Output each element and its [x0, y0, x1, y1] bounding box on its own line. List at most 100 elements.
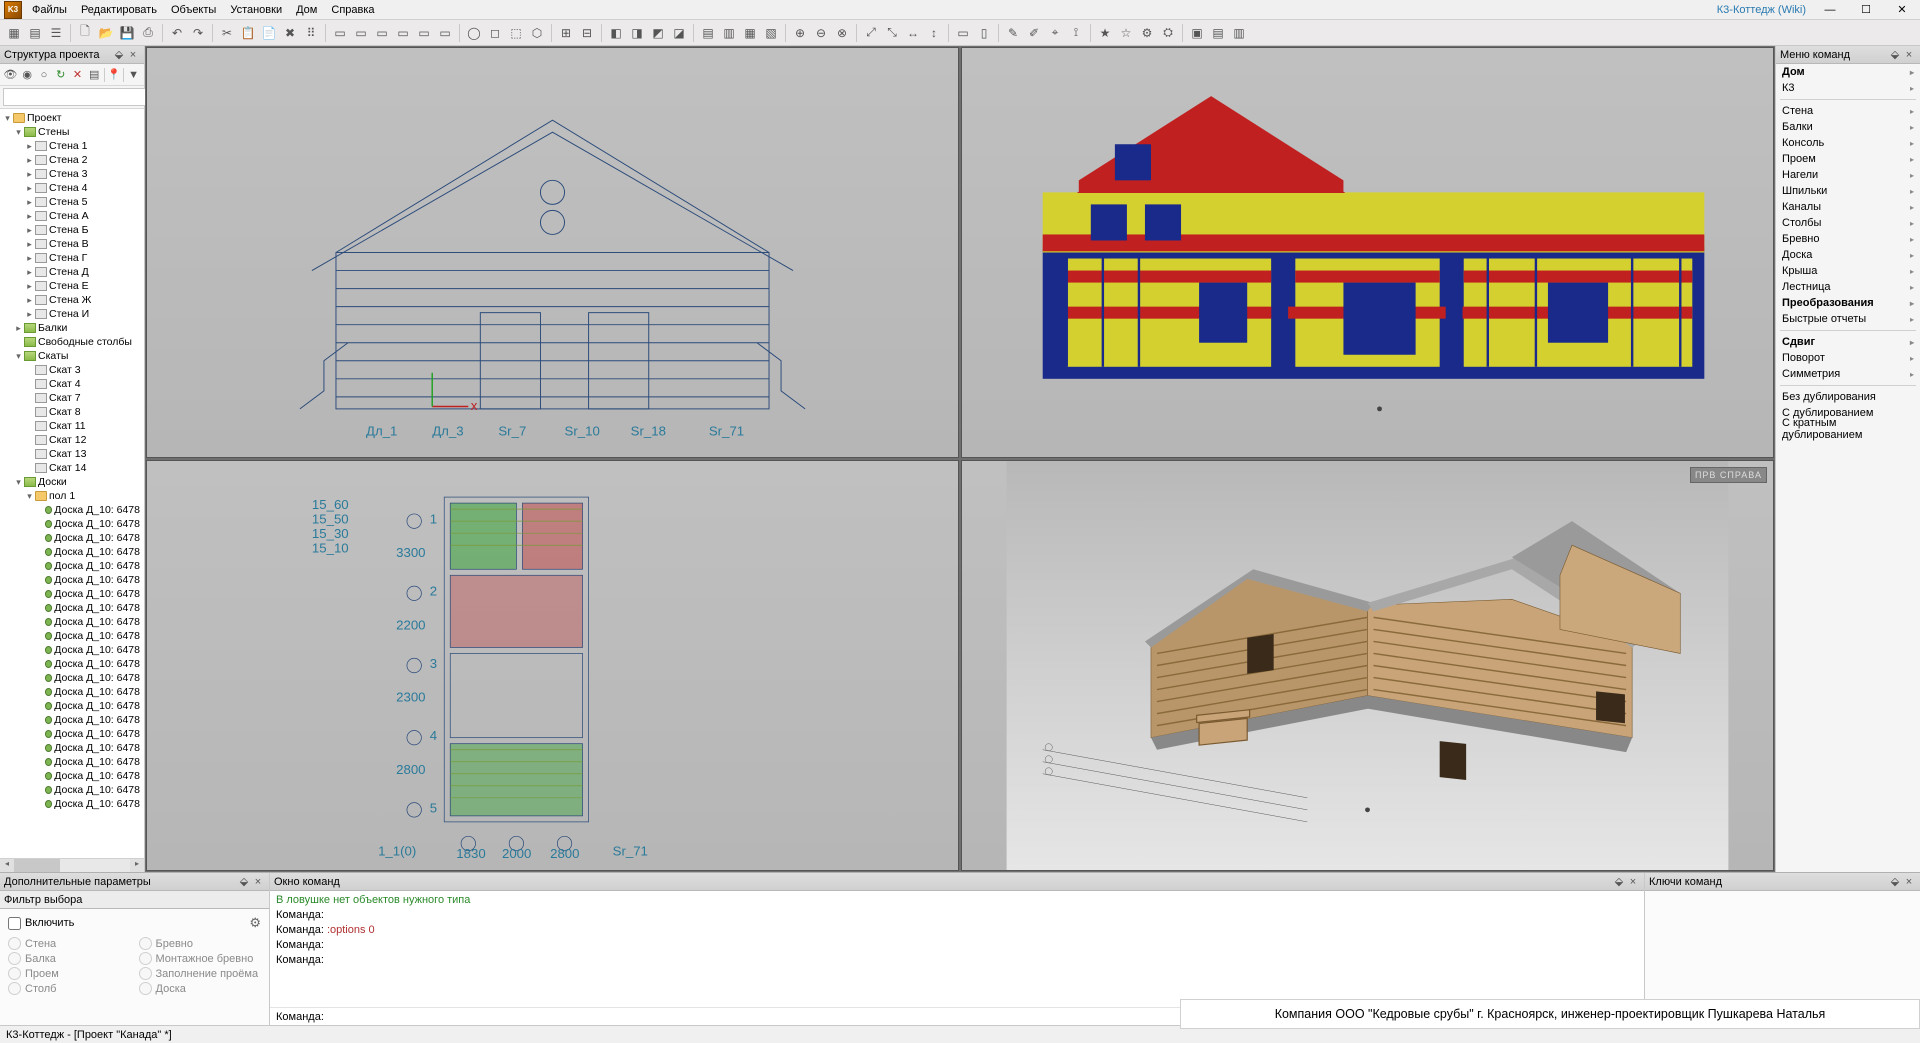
viewport-bottom-left[interactable]: 12345 3300220023002800 183020002800 15_6…: [146, 460, 959, 871]
filter-option[interactable]: Балка: [8, 952, 131, 965]
cmd-item-Доска[interactable]: Доска▸: [1776, 247, 1920, 263]
toolbar-button[interactable]: ⊗: [832, 23, 852, 43]
toolbar-button[interactable]: ◧: [606, 23, 626, 43]
tree-item[interactable]: Доска Д_10: 6478: [0, 503, 144, 517]
toolbar-button[interactable]: ▤: [25, 23, 45, 43]
tree-item[interactable]: Доска Д_10: 6478: [0, 671, 144, 685]
toolbar-button[interactable]: ✎: [1003, 23, 1023, 43]
toolbar-button[interactable]: ▥: [719, 23, 739, 43]
tree-item[interactable]: Доска Д_10: 6478: [0, 797, 144, 811]
toolbar-button[interactable]: ▤: [698, 23, 718, 43]
doc-icon[interactable]: ▤: [87, 67, 102, 83]
toolbar-button[interactable]: 📂: [96, 23, 116, 43]
cmd-item-Каналы[interactable]: Каналы▸: [1776, 199, 1920, 215]
panel-close-icon[interactable]: ×: [1902, 876, 1916, 888]
toolbar-button[interactable]: ▭: [330, 23, 350, 43]
tree-item[interactable]: Доска Д_10: 6478: [0, 699, 144, 713]
filter-icon[interactable]: ▼: [126, 67, 141, 83]
panel-pin-icon[interactable]: ⬙: [1612, 875, 1626, 888]
toolbar-button[interactable]: ⌖: [1045, 23, 1065, 43]
menu-Дом[interactable]: Дом: [290, 2, 323, 18]
cmd-item-Балки[interactable]: Балки▸: [1776, 119, 1920, 135]
viewport-top-right[interactable]: [961, 47, 1774, 458]
cmd-item-Поворот[interactable]: Поворот▸: [1776, 350, 1920, 366]
tree-item[interactable]: Доска Д_10: 6478: [0, 517, 144, 531]
tree-item[interactable]: ▸Стена Г: [0, 251, 144, 265]
panel-close-icon[interactable]: ×: [1902, 49, 1916, 61]
toolbar-button[interactable]: ◻: [485, 23, 505, 43]
filter-option[interactable]: Стена: [8, 937, 131, 950]
tree-item[interactable]: Доска Д_10: 6478: [0, 587, 144, 601]
cmd-item-К3[interactable]: К3▸: [1776, 80, 1920, 96]
panel-pin-icon[interactable]: ⬙: [237, 875, 251, 888]
panel-close-icon[interactable]: ×: [251, 876, 265, 888]
filter-option[interactable]: Доска: [139, 982, 262, 995]
structure-search-input[interactable]: [3, 88, 166, 106]
tree-hscrollbar[interactable]: ◂▸: [0, 858, 144, 872]
toolbar-button[interactable]: ⊖: [811, 23, 831, 43]
toolbar-button[interactable]: ▣: [1187, 23, 1207, 43]
tree-item[interactable]: ▾Стены: [0, 125, 144, 139]
toolbar-button[interactable]: ☰: [46, 23, 66, 43]
refresh-icon[interactable]: ↻: [53, 67, 68, 83]
toolbar-button[interactable]: ▭: [351, 23, 371, 43]
tree-item[interactable]: Доска Д_10: 6478: [0, 727, 144, 741]
tree-item[interactable]: ▸Стена 3: [0, 167, 144, 181]
tree-item[interactable]: ▸Стена Б: [0, 223, 144, 237]
tree-item[interactable]: Доска Д_10: 6478: [0, 755, 144, 769]
tree-item[interactable]: Скат 12: [0, 433, 144, 447]
cmd-item-Симметрия[interactable]: Симметрия▸: [1776, 366, 1920, 382]
cmd-item-Крыша[interactable]: Крыша▸: [1776, 263, 1920, 279]
tree-item[interactable]: Доска Д_10: 6478: [0, 713, 144, 727]
cmd-item-С кратным дублированием[interactable]: С кратным дублированием: [1776, 421, 1920, 437]
cmd-item-Стена[interactable]: Стена▸: [1776, 103, 1920, 119]
tree-item[interactable]: Доска Д_10: 6478: [0, 615, 144, 629]
panel-pin-icon[interactable]: ⬙: [112, 48, 126, 61]
tree-item[interactable]: Доска Д_10: 6478: [0, 685, 144, 699]
tree-item[interactable]: Скат 11: [0, 419, 144, 433]
tree-item[interactable]: ▸Стена А: [0, 209, 144, 223]
cmd-item-Преобразования[interactable]: Преобразования▸: [1776, 295, 1920, 311]
toolbar-button[interactable]: 📄: [259, 23, 279, 43]
filter-option[interactable]: Заполнение проёма: [139, 967, 262, 980]
cmd-item-Быстрые отчеты[interactable]: Быстрые отчеты▸: [1776, 311, 1920, 327]
pin-icon[interactable]: 📍: [107, 67, 122, 83]
tree-item[interactable]: ▸Балки: [0, 321, 144, 335]
toolbar-button[interactable]: ⤢: [861, 23, 881, 43]
window-minimize-button[interactable]: —: [1812, 0, 1848, 20]
toolbar-button[interactable]: ▧: [761, 23, 781, 43]
toolbar-button[interactable]: ⠿: [301, 23, 321, 43]
panel-close-icon[interactable]: ×: [126, 49, 140, 61]
cmd-item-Бревно[interactable]: Бревно▸: [1776, 231, 1920, 247]
menu-Справка[interactable]: Справка: [325, 2, 380, 18]
toolbar-button[interactable]: ⊕: [790, 23, 810, 43]
toolbar-button[interactable]: ✐: [1024, 23, 1044, 43]
panel-close-icon[interactable]: ×: [1626, 876, 1640, 888]
filter-option[interactable]: Монтажное бревно: [139, 952, 262, 965]
cmd-item-Лестница[interactable]: Лестница▸: [1776, 279, 1920, 295]
toolbar-button[interactable]: ⎙: [138, 23, 158, 43]
toolbar-button[interactable]: ⊟: [577, 23, 597, 43]
tree-item[interactable]: ▾Проект: [0, 111, 144, 125]
tree-item[interactable]: ▸Стена Ж: [0, 293, 144, 307]
tree-item[interactable]: Доска Д_10: 6478: [0, 643, 144, 657]
toolbar-button[interactable]: ⊞: [556, 23, 576, 43]
tree-item[interactable]: Скат 4: [0, 377, 144, 391]
toolbar-button[interactable]: ↷: [188, 23, 208, 43]
tree-item[interactable]: ▸Стена 1: [0, 139, 144, 153]
toolbar-button[interactable]: ◨: [627, 23, 647, 43]
tree-item[interactable]: Доска Д_10: 6478: [0, 573, 144, 587]
tree-item[interactable]: Доска Д_10: 6478: [0, 769, 144, 783]
cmd-item-Проем[interactable]: Проем▸: [1776, 151, 1920, 167]
tree-item[interactable]: Доска Д_10: 6478: [0, 559, 144, 573]
tree-item[interactable]: Скат 3: [0, 363, 144, 377]
toolbar-button[interactable]: ↶: [167, 23, 187, 43]
toolbar-button[interactable]: ◪: [669, 23, 689, 43]
cmd-item-Дом[interactable]: Дом▸: [1776, 64, 1920, 80]
menu-Установки[interactable]: Установки: [224, 2, 288, 18]
cmd-item-Без дублирования[interactable]: Без дублирования: [1776, 389, 1920, 405]
toolbar-button[interactable]: ⚙: [1137, 23, 1157, 43]
tree-item[interactable]: Доска Д_10: 6478: [0, 601, 144, 615]
tree-item[interactable]: ▸Стена В: [0, 237, 144, 251]
filter-enable-checkbox[interactable]: [8, 917, 21, 930]
